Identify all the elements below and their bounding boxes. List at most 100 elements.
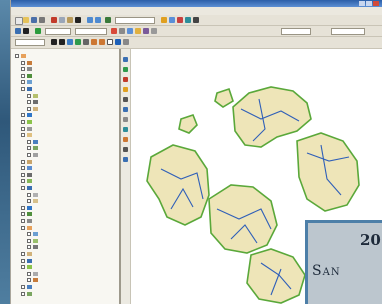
toc-layer-row[interactable]	[11, 277, 119, 283]
toc-layer-row[interactable]	[11, 231, 119, 237]
toc-layer-row[interactable]	[11, 152, 119, 158]
toc-layer-row[interactable]	[11, 172, 119, 178]
layer-visibility-checkbox[interactable]	[21, 113, 25, 118]
layer-visibility-checkbox[interactable]	[27, 232, 31, 237]
layer-visibility-checkbox[interactable]	[21, 265, 25, 270]
redo-icon[interactable]	[95, 17, 101, 23]
toc-layer-row[interactable]	[11, 192, 119, 198]
zoom-in-icon[interactable]	[123, 57, 128, 62]
undo-icon[interactable]	[87, 17, 93, 23]
toc-layer-row[interactable]	[11, 60, 119, 66]
pan-icon[interactable]	[67, 39, 73, 45]
toc-layer-row[interactable]	[11, 126, 119, 132]
go-to-xy-icon[interactable]	[123, 107, 128, 112]
toc-layer-row[interactable]	[11, 284, 119, 290]
toc-layer-row[interactable]	[11, 119, 119, 125]
toc-layer-row[interactable]	[11, 244, 119, 250]
layer-visibility-checkbox[interactable]	[27, 106, 31, 111]
toc-layer-row[interactable]	[11, 165, 119, 171]
close-button[interactable]	[373, 1, 379, 6]
save-icon[interactable]	[31, 17, 37, 23]
rotate-tool-icon[interactable]	[119, 28, 125, 34]
toc-layer-row[interactable]	[11, 73, 119, 79]
html-popup-icon[interactable]	[123, 147, 128, 152]
back-extent-icon[interactable]	[91, 39, 97, 45]
drawing-font-combo[interactable]	[15, 39, 45, 46]
map-scale-combo[interactable]	[115, 17, 155, 24]
delete-icon[interactable]	[75, 17, 81, 23]
layer-visibility-checkbox[interactable]	[21, 126, 25, 131]
layer-visibility-checkbox[interactable]	[27, 271, 31, 276]
layer-visibility-checkbox[interactable]	[27, 245, 31, 250]
editor-icon[interactable]	[161, 17, 167, 23]
layer-visibility-checkbox[interactable]	[27, 139, 31, 144]
toc-layer-row[interactable]	[11, 106, 119, 112]
layer-visibility-checkbox[interactable]	[21, 133, 25, 138]
layer-visibility-checkbox[interactable]	[21, 67, 25, 72]
toc-layer-row[interactable]	[11, 159, 119, 165]
label-field-combo[interactable]	[331, 28, 365, 35]
layer-visibility-checkbox[interactable]	[27, 278, 31, 283]
island-small-2[interactable]	[178, 114, 198, 134]
island-center[interactable]	[208, 184, 278, 254]
layer-visibility-checkbox[interactable]	[27, 100, 31, 105]
toc-layer-row[interactable]	[11, 218, 119, 224]
layer-visibility-checkbox[interactable]	[21, 186, 25, 190]
layer-visibility-checkbox[interactable]	[27, 238, 31, 243]
layer-visibility-checkbox[interactable]	[21, 179, 25, 184]
minimize-button[interactable]	[359, 1, 365, 6]
hyperlink-icon[interactable]	[123, 97, 128, 102]
toc-layer-row[interactable]	[11, 291, 119, 297]
forward-extent-icon[interactable]	[99, 39, 105, 45]
toc-layer-row[interactable]	[11, 238, 119, 244]
layer-visibility-checkbox[interactable]	[27, 199, 31, 204]
arctoolbox-icon[interactable]	[177, 17, 183, 23]
zoom-in-icon[interactable]	[51, 39, 57, 45]
edit-tool-icon[interactable]	[23, 28, 29, 34]
layer-visibility-checkbox[interactable]	[21, 225, 25, 230]
add-data-icon[interactable]	[105, 17, 111, 23]
measure-icon[interactable]	[123, 117, 128, 122]
georef-layer-combo[interactable]	[281, 28, 311, 35]
identify-icon[interactable]	[115, 39, 121, 45]
pan-icon[interactable]	[123, 67, 128, 72]
layer-visibility-checkbox[interactable]	[21, 73, 25, 78]
island-south[interactable]	[246, 248, 306, 304]
layer-visibility-checkbox[interactable]	[21, 159, 25, 164]
layer-visibility-checkbox[interactable]	[27, 93, 31, 98]
measure-icon[interactable]	[123, 39, 129, 45]
layer-visibility-checkbox[interactable]	[15, 54, 19, 58]
layer-visibility-checkbox[interactable]	[27, 153, 31, 157]
toc-layer-row[interactable]	[11, 205, 119, 211]
island-large-north[interactable]	[232, 86, 312, 148]
layer-visibility-checkbox[interactable]	[21, 219, 25, 223]
paste-icon[interactable]	[67, 17, 73, 23]
command-line-icon[interactable]	[185, 17, 191, 23]
toc-layer-row[interactable]	[11, 145, 119, 151]
toc-layer-row[interactable]	[11, 178, 119, 184]
open-folder-icon[interactable]	[23, 17, 29, 23]
toc-layer-row[interactable]	[11, 211, 119, 217]
island-east[interactable]	[296, 132, 360, 212]
layer-visibility-checkbox[interactable]	[21, 258, 25, 263]
swipe-icon[interactable]	[123, 127, 128, 132]
layer-visibility-checkbox[interactable]	[27, 192, 31, 197]
toc-layer-row[interactable]	[11, 251, 119, 257]
maximize-button[interactable]	[366, 1, 372, 6]
attributes-icon[interactable]	[127, 28, 133, 34]
layer-visibility-checkbox[interactable]	[21, 80, 25, 85]
sketch-tool-icon[interactable]	[35, 28, 41, 34]
task-combo[interactable]	[45, 28, 71, 35]
toc-layer-row[interactable]	[11, 132, 119, 138]
layer-visibility-checkbox[interactable]	[27, 146, 31, 151]
topology-icon[interactable]	[143, 28, 149, 34]
toc-layer-row[interactable]	[11, 66, 119, 72]
zoom-out-icon[interactable]	[59, 39, 65, 45]
toc-layer-row[interactable]	[11, 53, 119, 59]
layer-visibility-checkbox[interactable]	[21, 285, 25, 289]
layer-visibility-checkbox[interactable]	[21, 172, 25, 177]
layer-visibility-checkbox[interactable]	[21, 291, 25, 296]
layer-visibility-checkbox[interactable]	[21, 166, 25, 171]
print-icon[interactable]	[39, 17, 45, 23]
toc-layer-row[interactable]	[11, 271, 119, 277]
